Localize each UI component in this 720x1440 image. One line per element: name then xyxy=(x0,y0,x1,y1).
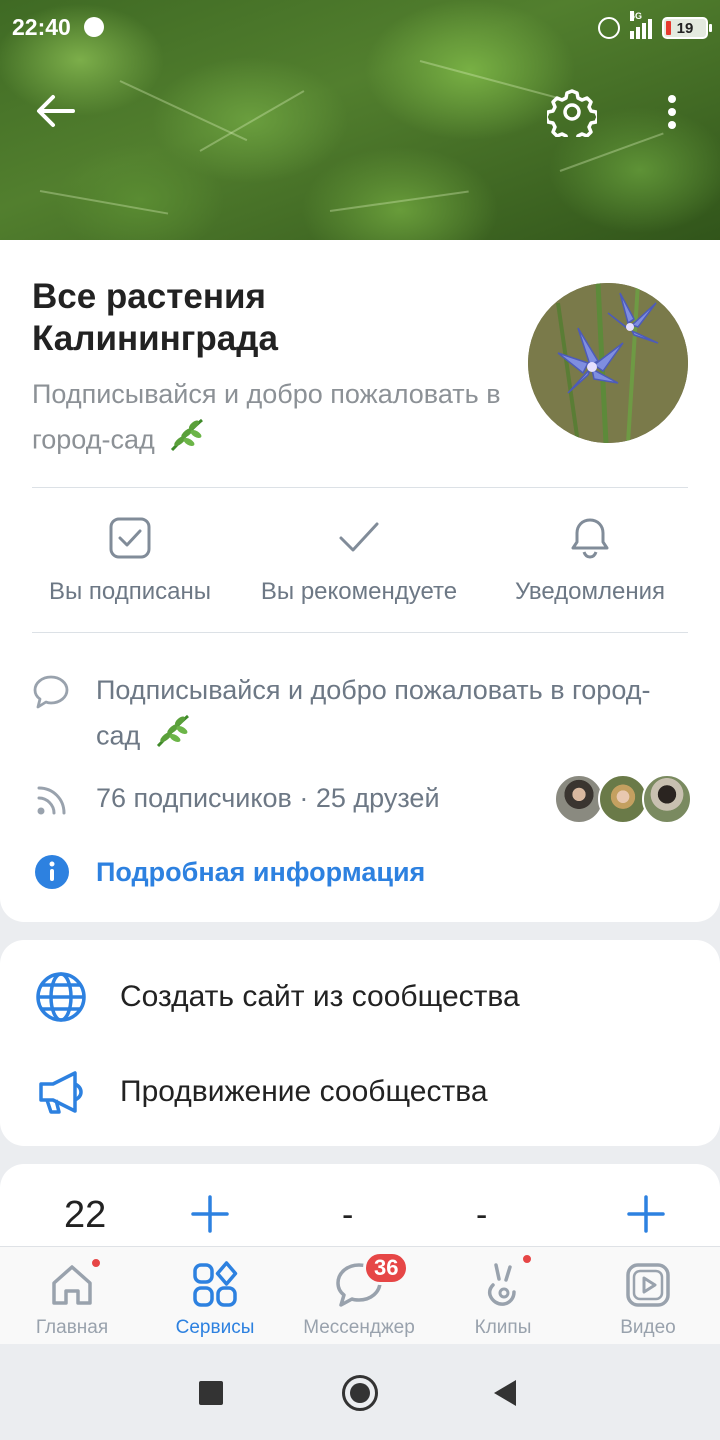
notifications-button[interactable]: Уведомления xyxy=(505,516,675,606)
create-site-label: Создать сайт из сообщества xyxy=(120,980,520,1013)
recents-button[interactable] xyxy=(199,1381,223,1405)
stat-dash: - xyxy=(342,1196,354,1234)
tab-home-label: Главная xyxy=(35,1317,109,1338)
more-button[interactable] xyxy=(654,88,690,136)
info-icon xyxy=(35,855,69,889)
promotion-item[interactable]: Продвижение сообщества xyxy=(0,1057,720,1127)
settings-button[interactable] xyxy=(544,84,600,140)
create-site-item[interactable]: Создать сайт из сообщества xyxy=(0,962,720,1032)
gear-icon xyxy=(547,89,597,137)
divider xyxy=(32,487,688,488)
stat-value: 22 xyxy=(64,1194,107,1236)
tab-services[interactable]: Сервисы xyxy=(145,1259,285,1339)
tab-messenger[interactable]: 36 Мессенджер xyxy=(289,1251,429,1339)
friends-avatars xyxy=(554,774,694,824)
signal-icon: 4G xyxy=(630,11,652,39)
tab-services-label: Сервисы xyxy=(175,1317,255,1338)
back-button[interactable] xyxy=(30,88,80,134)
notification-dot xyxy=(521,1253,533,1265)
megaphone-icon xyxy=(34,1065,88,1119)
back-nav-button[interactable] xyxy=(494,1380,516,1406)
description-row: Подписывайся и добро пожаловать в город-… xyxy=(0,668,720,758)
message-icon: 36 xyxy=(333,1251,410,1311)
avatar xyxy=(642,774,692,824)
details-row[interactable]: Подробная информация xyxy=(0,850,720,894)
leaf-icon xyxy=(168,416,206,467)
services-icon xyxy=(189,1259,241,1311)
description-text: Подписывайся и добро пожаловать в город-… xyxy=(96,668,656,763)
community-avatar[interactable] xyxy=(528,283,688,443)
subscribed-button[interactable]: Вы подписаны xyxy=(40,516,220,606)
rss-icon xyxy=(37,786,66,815)
media-icon xyxy=(84,17,104,37)
notification-dot xyxy=(90,1257,102,1269)
comment-icon xyxy=(33,675,69,709)
community-name: Все растения Калининграда xyxy=(32,277,278,358)
actions-row: Вы подписаны Вы рекомендуете Уведомления xyxy=(0,516,720,616)
avatar xyxy=(598,774,648,824)
clips-icon xyxy=(477,1253,533,1311)
community-status: Подписывайся и добро пожаловать в город-… xyxy=(32,373,502,467)
notifications-label: Уведомления xyxy=(514,578,666,605)
unread-badge: 36 xyxy=(363,1251,410,1285)
tab-clips[interactable]: Клипы xyxy=(433,1253,573,1339)
check-icon xyxy=(339,522,379,552)
status-bar: 22:40 4G 19 xyxy=(0,0,720,56)
recommend-button[interactable]: Вы рекомендуете xyxy=(250,516,468,606)
community-card: Все растения Калининграда Подписывайся и… xyxy=(0,240,720,922)
video-icon xyxy=(622,1259,674,1311)
tab-home[interactable]: Главная xyxy=(2,1257,142,1339)
followers-text: 76 подписчиков · 25 друзей xyxy=(96,783,440,813)
promotion-label: Продвижение сообщества xyxy=(120,1075,488,1108)
alarm-icon xyxy=(598,17,620,39)
stat-dash: - xyxy=(476,1196,488,1234)
details-link[interactable]: Подробная информация xyxy=(96,850,425,894)
tab-messenger-label: Мессенджер xyxy=(303,1317,415,1338)
followers-row[interactable]: 76 подписчиков · 25 друзей xyxy=(0,774,720,824)
bell-icon xyxy=(571,518,609,559)
battery-icon: 19 xyxy=(662,17,712,39)
subscribed-label: Вы подписаны xyxy=(49,578,211,605)
services-card: Создать сайт из сообщества Продвижение с… xyxy=(0,940,720,1146)
tab-video-label: Видео xyxy=(620,1317,676,1338)
tab-clips-label: Клипы xyxy=(474,1317,532,1338)
system-nav-bar xyxy=(0,1344,720,1440)
globe-icon xyxy=(34,970,88,1024)
tab-bar: Главная Сервисы 36 Мессенджер Клипы Виде… xyxy=(0,1246,720,1344)
status-time: 22:40 xyxy=(12,14,71,40)
tab-video[interactable]: Видео xyxy=(578,1259,718,1339)
community-status-text: Подписывайся и добро пожаловать в город-… xyxy=(32,379,501,455)
divider xyxy=(32,632,688,633)
more-vertical-icon xyxy=(668,95,676,129)
home-button[interactable] xyxy=(342,1375,378,1411)
checkbox-icon xyxy=(109,517,151,559)
battery-level: 19 xyxy=(676,19,694,37)
plus-icon[interactable] xyxy=(190,1194,230,1234)
avatar xyxy=(554,774,604,824)
home-icon xyxy=(46,1257,102,1311)
network-label: 4G xyxy=(630,11,643,21)
recommend-label: Вы рекомендуете xyxy=(260,578,458,605)
leaf-icon xyxy=(154,712,192,763)
arrow-left-icon xyxy=(37,95,75,127)
plus-icon[interactable] xyxy=(626,1194,666,1234)
